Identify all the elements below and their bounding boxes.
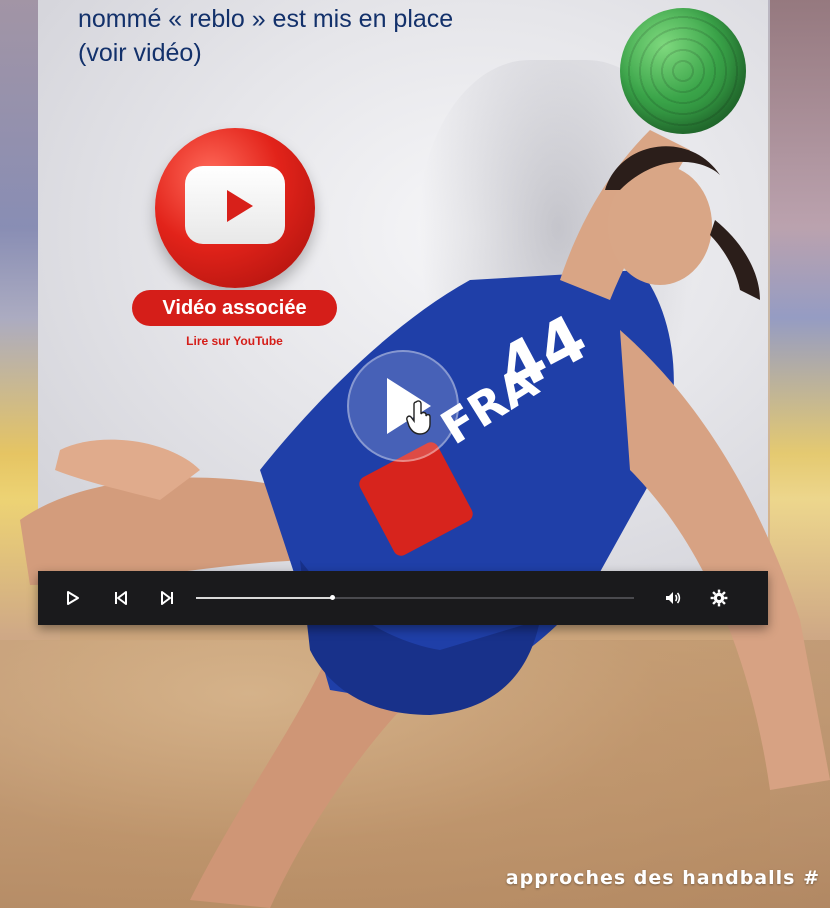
play-icon[interactable] bbox=[64, 589, 82, 607]
footer-caption: approches des handballs # bbox=[505, 867, 820, 889]
volume-icon[interactable] bbox=[664, 589, 682, 607]
player-ponytail bbox=[710, 220, 760, 300]
gear-icon[interactable] bbox=[710, 589, 728, 607]
video-control-bar[interactable] bbox=[38, 571, 768, 625]
progress-fill bbox=[196, 597, 332, 599]
progress-knob[interactable] bbox=[329, 595, 335, 600]
hand-cursor-icon bbox=[406, 400, 431, 435]
center-play-button[interactable] bbox=[347, 350, 459, 462]
player-right-arm bbox=[620, 330, 830, 790]
skip-back-icon[interactable] bbox=[112, 589, 130, 607]
skip-forward-icon[interactable] bbox=[158, 589, 176, 607]
progress-track[interactable] bbox=[196, 595, 634, 600]
